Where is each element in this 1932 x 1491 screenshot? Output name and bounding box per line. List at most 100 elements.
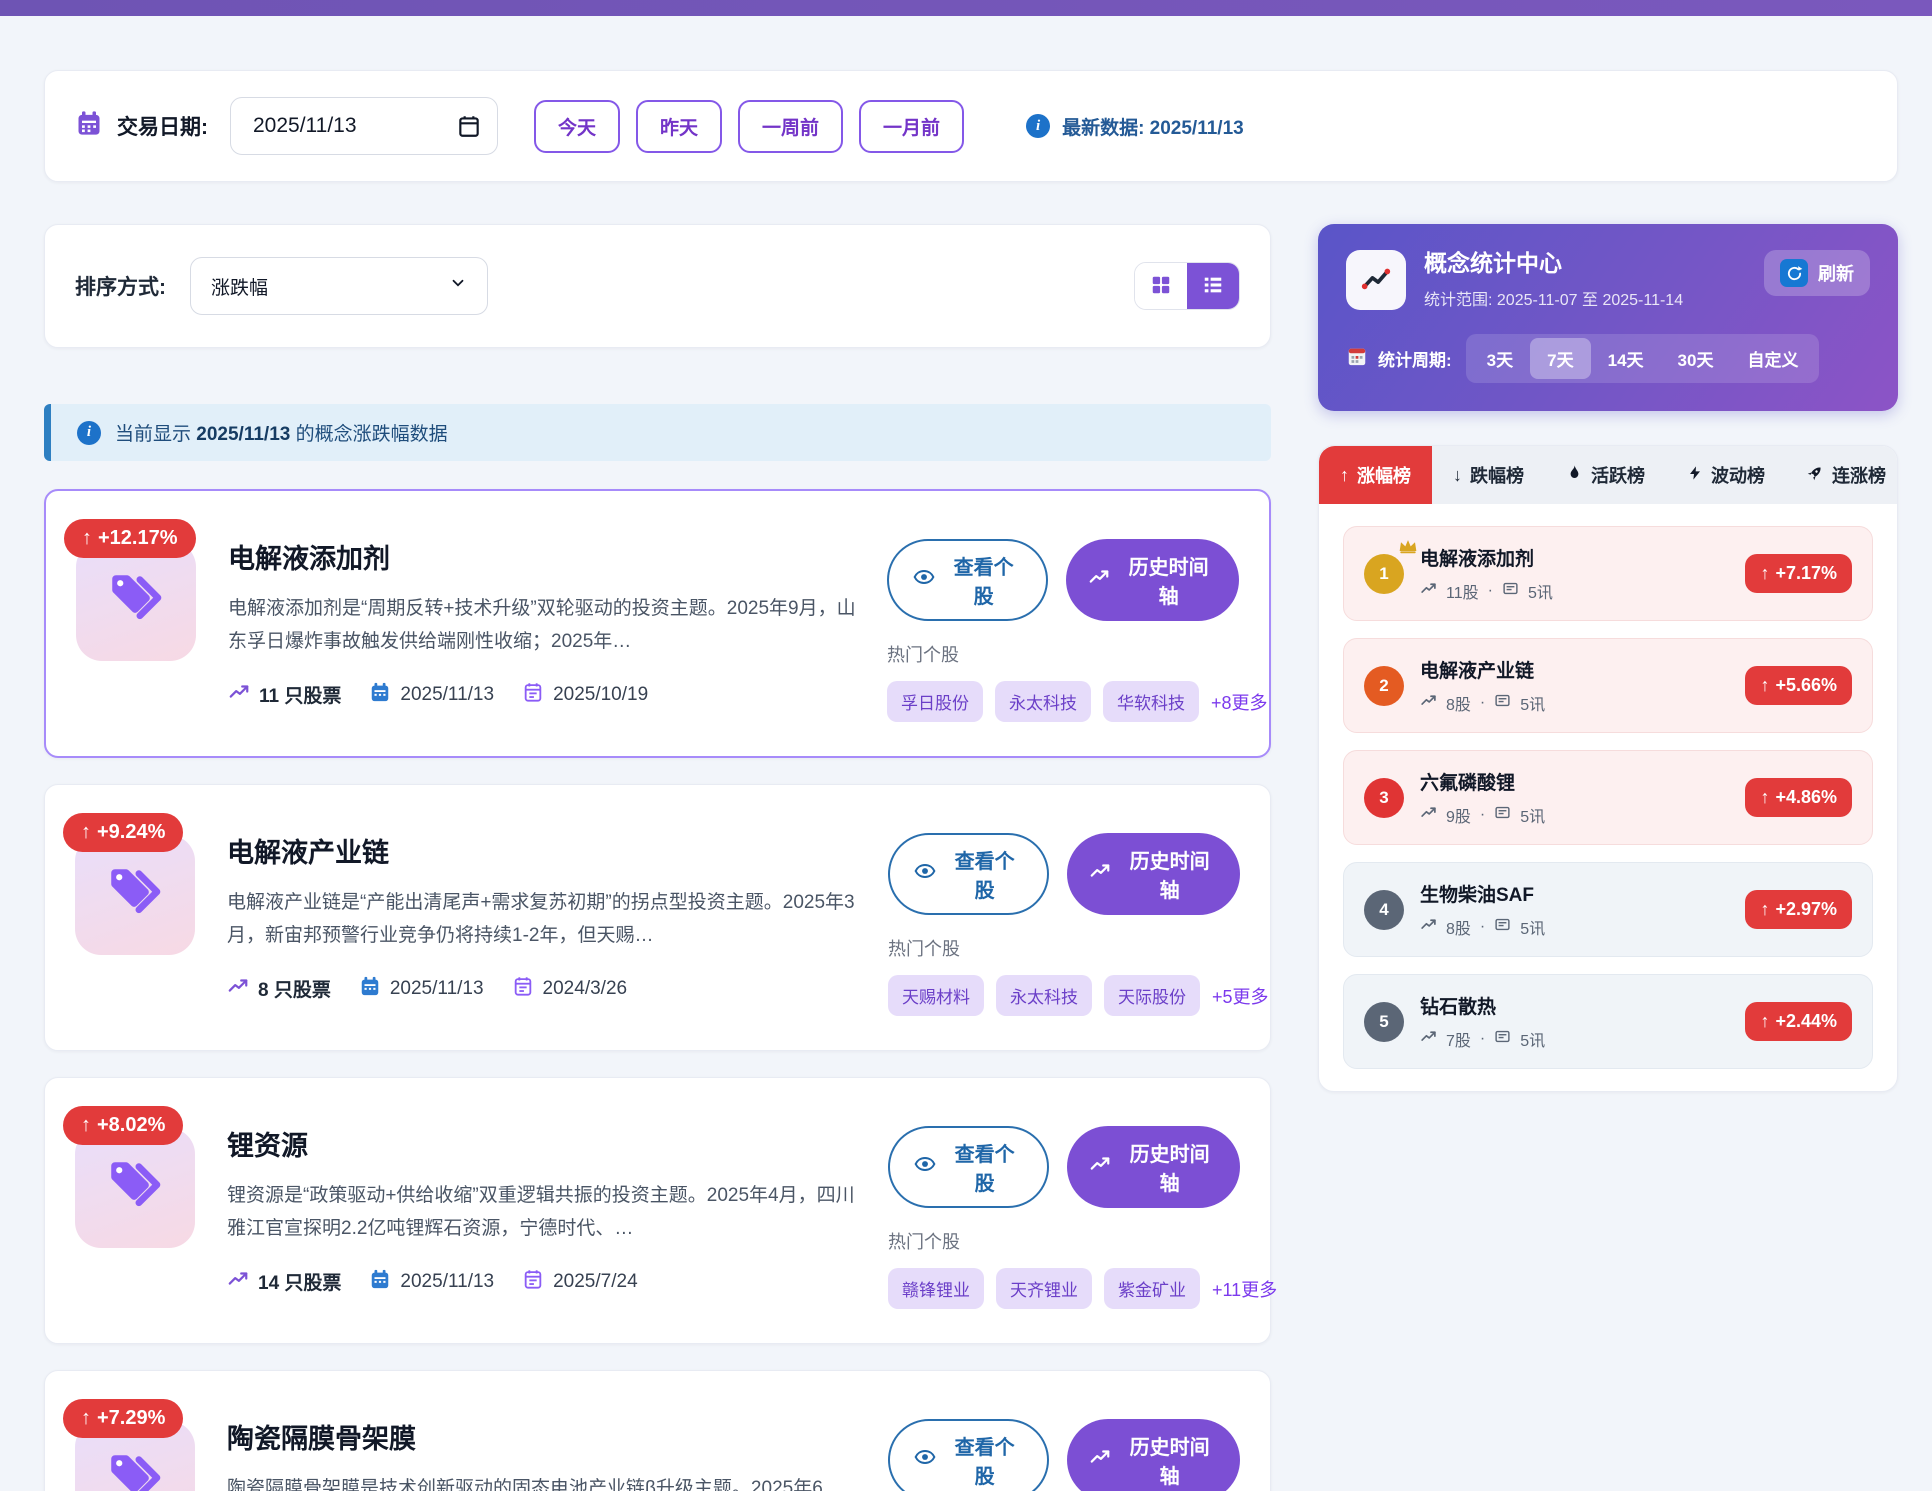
history-timeline-button[interactable]: 历史时间轴 — [1067, 1419, 1240, 1491]
view-stocks-button[interactable]: 查看个股 — [888, 1126, 1049, 1208]
chart-line-icon — [228, 681, 250, 709]
dot-separator: · — [1488, 582, 1493, 600]
more-stocks-link[interactable]: +8更多 — [1211, 689, 1268, 715]
ranking-item[interactable]: 1 电解液添加剂 11股 · 5讯 — [1343, 526, 1873, 621]
concept-card[interactable]: ↑+12.17% 电解液添加剂 电解液添加剂是“周期反转+技术升级”双轮驱动的投… — [44, 489, 1271, 758]
hot-stocks-label: 热门个股 — [888, 935, 1240, 961]
date-picker-icon[interactable] — [456, 113, 482, 144]
more-stocks-link[interactable]: +5更多 — [1212, 983, 1269, 1009]
up-arrow-icon: ↑ — [1760, 1011, 1769, 1032]
refresh-button[interactable]: 刷新 — [1764, 250, 1870, 296]
concept-stats-panel: 概念统计中心 统计范围: 2025-11-07 至 2025-11-14 刷新 — [1318, 224, 1898, 411]
stock-tag[interactable]: 孚日股份 — [887, 681, 983, 722]
dot-separator: · — [1480, 918, 1485, 936]
calendar-purple-icon — [522, 1268, 544, 1296]
view-stocks-button[interactable]: 查看个股 — [888, 833, 1049, 915]
concept-card[interactable]: ↑+9.24% 电解液产业链 电解液产业链是“产能出清尾声+需求复苏初期”的拐点… — [44, 784, 1271, 1051]
rank-change-badge: ↑+2.97% — [1745, 890, 1852, 929]
concept-icon-block — [75, 835, 195, 955]
up-arrow-icon: ↑ — [1760, 563, 1769, 584]
top-accent-bar — [0, 0, 1932, 16]
chevron-down-icon — [449, 274, 467, 298]
period-3d[interactable]: 3天 — [1470, 338, 1530, 379]
history-timeline-button[interactable]: 历史时间轴 — [1066, 539, 1239, 621]
period-7d[interactable]: 7天 — [1530, 338, 1590, 379]
rank-concept-name: 电解液添加剂 — [1420, 544, 1729, 571]
rank-concept-name: 六氟磷酸锂 — [1420, 768, 1729, 795]
concept-card[interactable]: ↑+8.02% 锂资源 锂资源是“政策驱动+供给收缩”双重逻辑共振的投资主题。2… — [44, 1077, 1271, 1344]
period-14d[interactable]: 14天 — [1591, 338, 1661, 379]
period-label: 统计周期: — [1378, 346, 1452, 371]
sort-card: 排序方式: 涨跌幅 — [44, 224, 1271, 348]
stock-tag[interactable]: 华软科技 — [1103, 681, 1199, 722]
stock-tag[interactable]: 赣锋锂业 — [888, 1268, 984, 1309]
chart-line-icon — [1420, 692, 1437, 714]
up-arrow-icon: ↑ — [1760, 899, 1769, 920]
page-root: 交易日期: 今天 昨天 一周前 一月前 i 最新数据: 2025/11/13 排… — [0, 16, 1932, 1491]
crown-icon — [1398, 538, 1418, 559]
history-timeline-button[interactable]: 历史时间轴 — [1067, 833, 1240, 915]
view-toggle — [1134, 262, 1240, 310]
rank-news-count: 5讯 — [1520, 691, 1545, 715]
concept-meta: 14 只股票 2025/11/13 2025/7/24 — [227, 1268, 858, 1296]
stock-tag[interactable]: 永太科技 — [996, 975, 1092, 1016]
current-view-banner: i 当前显示 2025/11/13 的概念涨跌幅数据 — [44, 404, 1271, 461]
news-icon — [1502, 580, 1519, 602]
bolt-icon — [1687, 465, 1703, 486]
hot-stocks-label: 热门个股 — [888, 1228, 1240, 1254]
rank-stock-count: 8股 — [1446, 691, 1471, 715]
concept-icon-block — [75, 1128, 195, 1248]
more-stocks-link[interactable]: +11更多 — [1212, 1276, 1277, 1302]
up-arrow-icon: ↑ — [81, 821, 91, 844]
one-week-ago-button[interactable]: 一周前 — [738, 100, 843, 153]
rank-number: 2 — [1364, 666, 1404, 706]
chart-line-icon — [1089, 860, 1111, 888]
hot-stocks-tags: 孚日股份 永太科技 华软科技 +8更多 — [887, 681, 1239, 722]
chart-line-icon — [1420, 1028, 1437, 1050]
tab-streak[interactable]: 连涨榜 — [1786, 446, 1898, 504]
up-arrow-icon: ↑ — [1340, 465, 1349, 486]
today-button[interactable]: 今天 — [534, 100, 620, 153]
concept-card[interactable]: ↑+7.29% 陶瓷隔膜骨架膜 陶瓷隔膜骨架膜是技术创新驱动的固态电池产业链β升… — [44, 1370, 1271, 1491]
period-custom[interactable]: 自定义 — [1730, 338, 1815, 379]
period-30d[interactable]: 30天 — [1661, 338, 1731, 379]
concept-meta: 8 只股票 2025/11/13 2024/3/26 — [227, 975, 858, 1003]
rank-stock-count: 8股 — [1446, 915, 1471, 939]
stock-tag[interactable]: 紫金矿业 — [1104, 1268, 1200, 1309]
stock-tag[interactable]: 永太科技 — [995, 681, 1091, 722]
chart-line-icon — [1089, 1446, 1111, 1474]
list-view-button[interactable] — [1187, 263, 1239, 309]
stock-tag[interactable]: 天际股份 — [1104, 975, 1200, 1016]
update-date: 2025/11/13 — [400, 1271, 494, 1293]
tab-losers[interactable]: ↓ 跌幅榜 — [1432, 446, 1545, 504]
view-stocks-button[interactable]: 查看个股 — [887, 539, 1048, 621]
tab-gainers[interactable]: ↑ 涨幅榜 — [1319, 446, 1432, 504]
rank-change-badge: ↑+5.66% — [1745, 666, 1852, 705]
sort-select[interactable]: 涨跌幅 — [190, 257, 488, 315]
stock-tag[interactable]: 天齐锂业 — [996, 1268, 1092, 1309]
rank-number: 4 — [1364, 890, 1404, 930]
stock-tag[interactable]: 天赐材料 — [888, 975, 984, 1016]
one-month-ago-button[interactable]: 一月前 — [859, 100, 964, 153]
history-timeline-button[interactable]: 历史时间轴 — [1067, 1126, 1240, 1208]
concept-icon-block — [76, 541, 196, 661]
ranking-item[interactable]: 5 钻石散热 7股 · 5讯 — [1343, 974, 1873, 1069]
ranking-item[interactable]: 3 六氟磷酸锂 9股 · 5讯 — [1343, 750, 1873, 845]
trade-date-label: 交易日期: — [75, 109, 208, 143]
rank-stock-count: 11股 — [1446, 579, 1479, 603]
view-stocks-button[interactable]: 查看个股 — [888, 1419, 1049, 1491]
tab-active[interactable]: 活跃榜 — [1545, 446, 1666, 504]
stats-range: 统计范围: 2025-11-07 至 2025-11-14 — [1424, 286, 1683, 310]
rank-stock-count: 7股 — [1446, 1027, 1471, 1051]
grid-view-button[interactable] — [1135, 263, 1187, 309]
yesterday-button[interactable]: 昨天 — [636, 100, 722, 153]
up-arrow-icon: ↑ — [1760, 675, 1769, 696]
rocket-icon — [1807, 464, 1824, 486]
latest-data-text: 最新数据: 2025/11/13 — [1062, 113, 1244, 140]
stats-chart-icon — [1346, 250, 1406, 310]
tab-volatility[interactable]: 波动榜 — [1666, 446, 1786, 504]
ranking-item[interactable]: 4 生物柴油SAF 8股 · 5讯 — [1343, 862, 1873, 957]
ranking-tabs: ↑ 涨幅榜 ↓ 跌幅榜 活跃榜 波动榜 — [1319, 446, 1897, 504]
ranking-item[interactable]: 2 电解液产业链 8股 · 5讯 — [1343, 638, 1873, 733]
change-badge: ↑+8.02% — [63, 1106, 183, 1145]
